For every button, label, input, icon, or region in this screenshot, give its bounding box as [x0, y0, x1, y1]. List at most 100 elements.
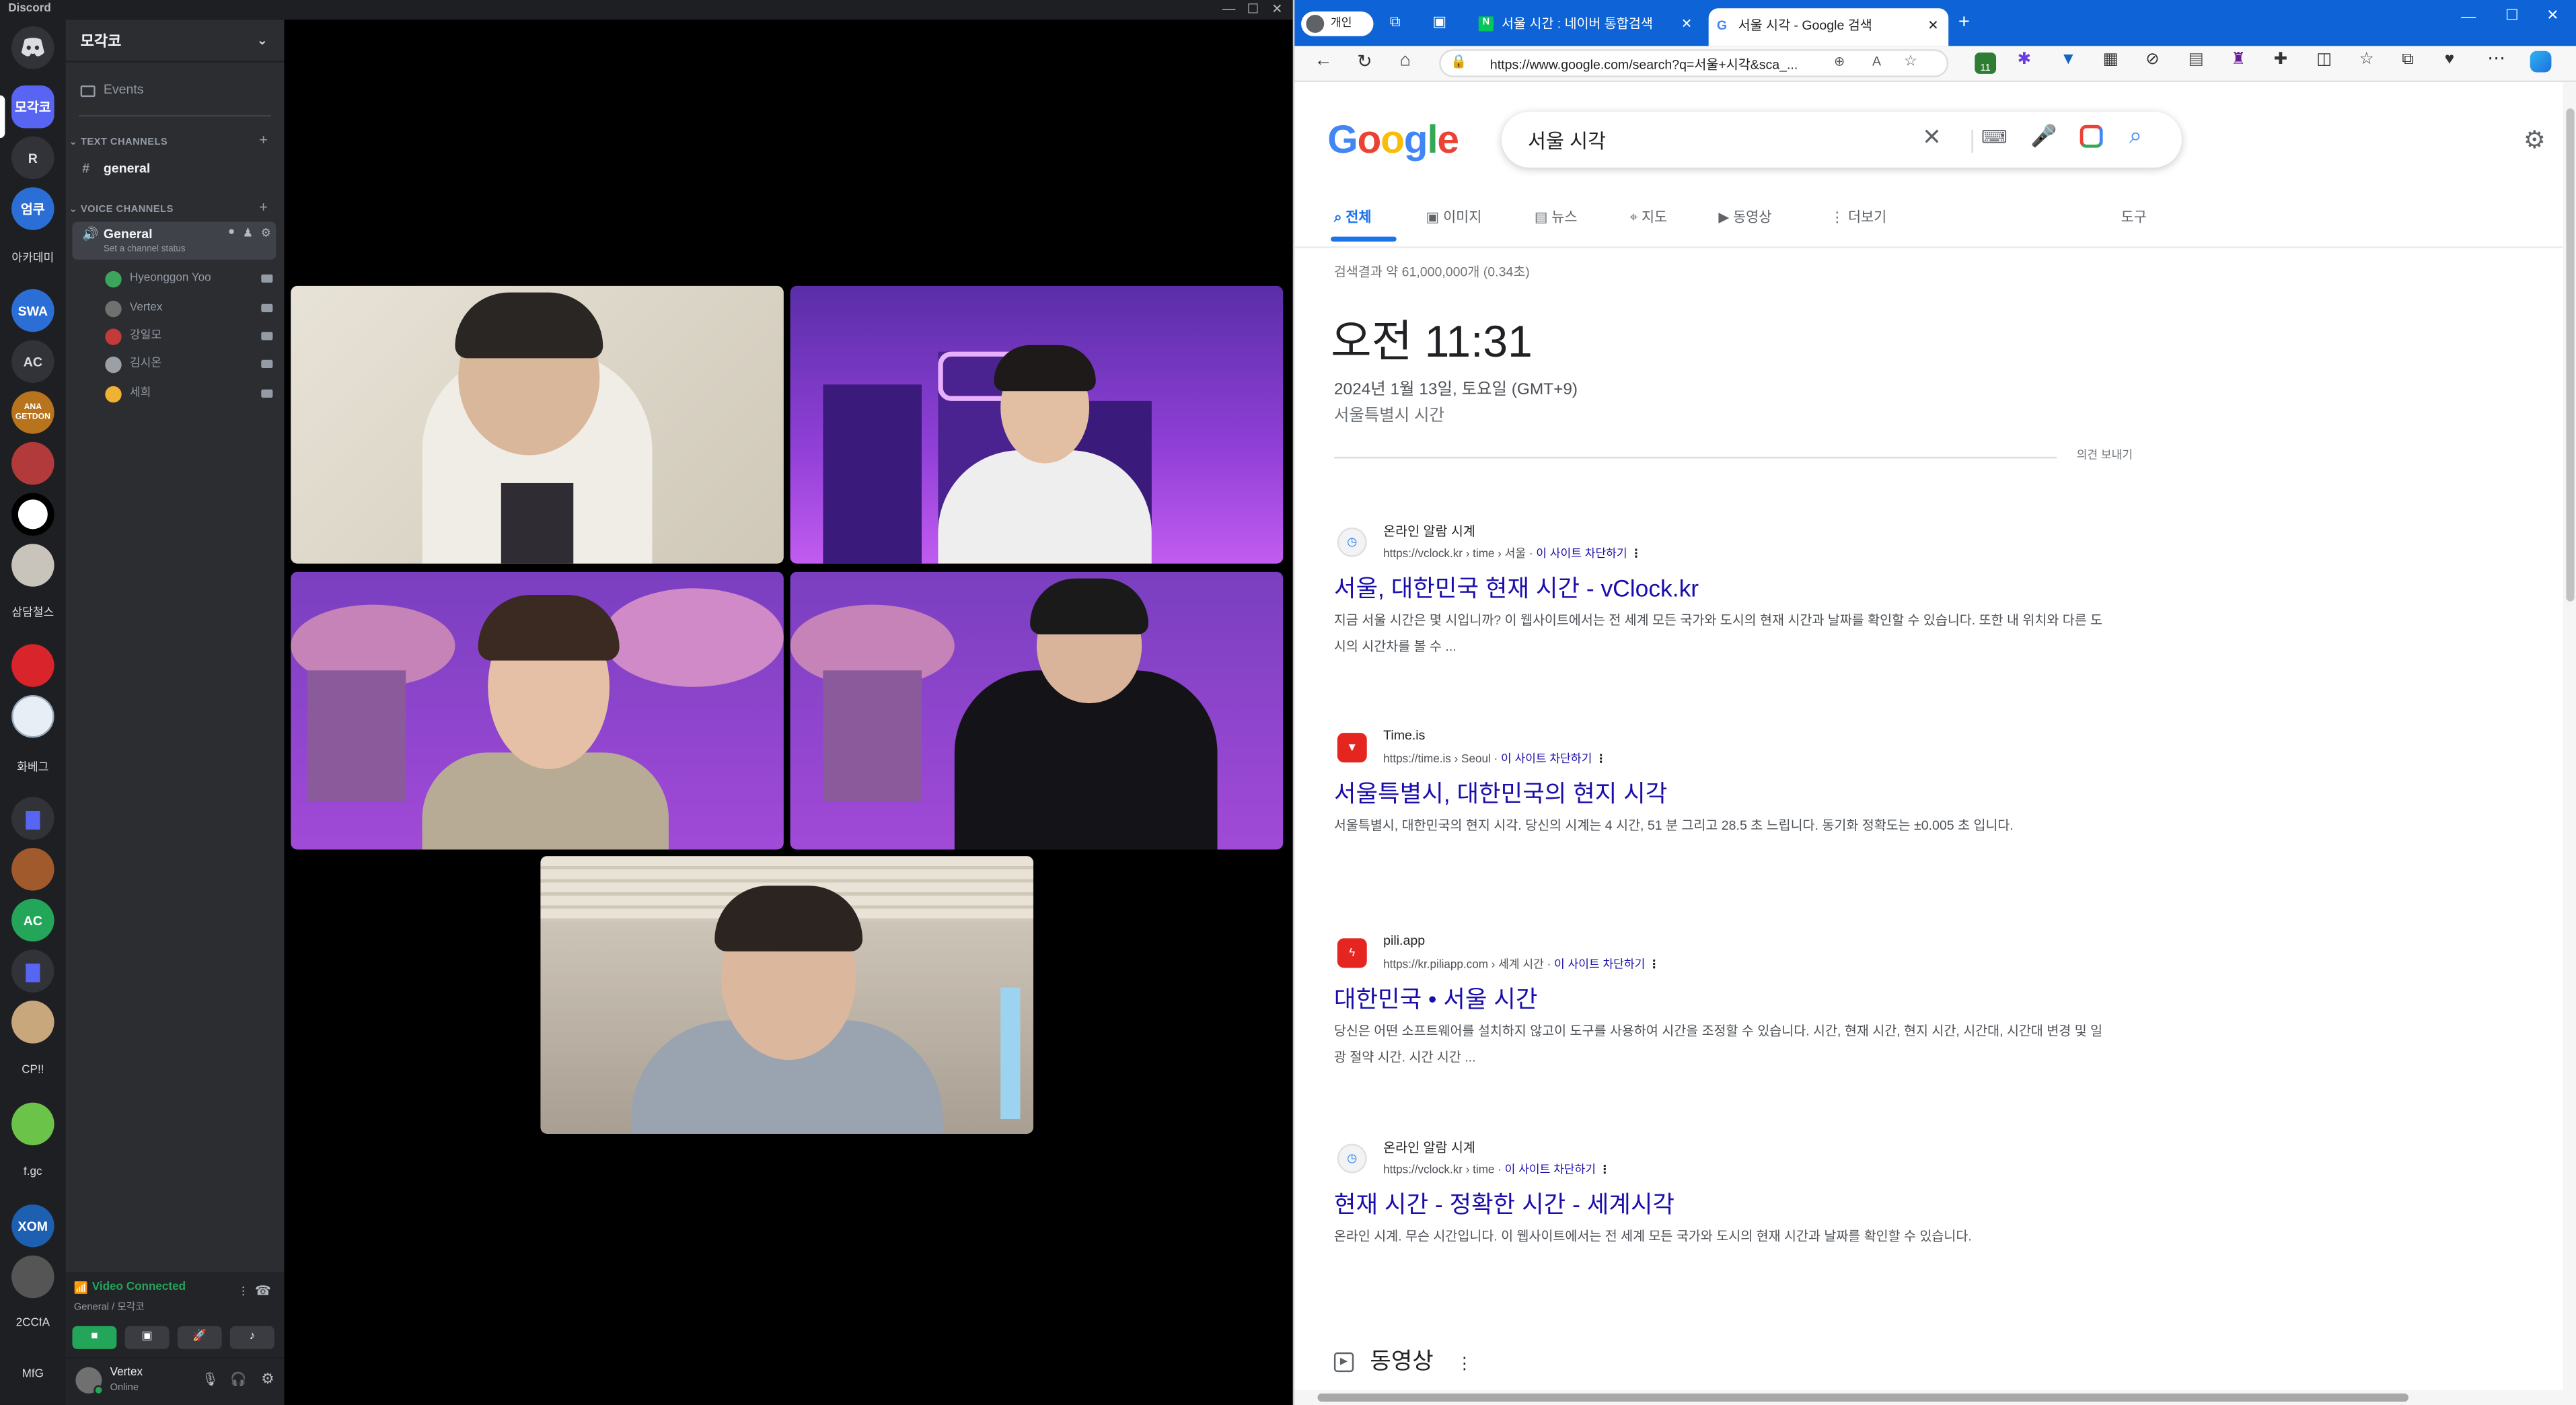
result-url-text[interactable]: https://kr.piliapp.com › 세계 시간: [1383, 960, 1544, 971]
google-logo[interactable]: Google: [1327, 118, 1459, 164]
user-name[interactable]: Vertex: [110, 1367, 143, 1379]
extension-icon[interactable]: ▤: [2188, 51, 2204, 69]
folder-icon[interactable]: ▇: [11, 949, 54, 993]
workspaces-icon[interactable]: ⧉: [1390, 13, 1401, 32]
site-favicon[interactable]: ▼: [1337, 733, 1367, 763]
more-options-icon[interactable]: ⋮: [1630, 549, 1642, 561]
tab-all[interactable]: ⌕ 전체: [1334, 207, 1372, 227]
video-tile[interactable]: [790, 571, 1284, 850]
activity-button[interactable]: 🚀: [177, 1326, 222, 1349]
soundboard-button[interactable]: ♪: [229, 1326, 274, 1349]
close-icon[interactable]: ✕: [1272, 0, 1282, 20]
site-favicon[interactable]: ◷: [1337, 1143, 1367, 1174]
lock-icon[interactable]: 🔒: [1450, 55, 1467, 69]
events-item[interactable]: Events: [72, 79, 276, 102]
server-icon-image[interactable]: [11, 1001, 54, 1044]
folder-icon[interactable]: ▇: [11, 797, 54, 840]
server-icon[interactable]: 모각코: [11, 85, 54, 129]
favorite-star-icon[interactable]: ☆: [1904, 52, 1917, 71]
server-icon-image[interactable]: [11, 848, 54, 891]
server-icon[interactable]: 엄쿠: [11, 187, 54, 230]
url-field[interactable]: 🔒 https://www.google.com/search?q=서울+시각&…: [1439, 49, 1949, 77]
maximize-icon[interactable]: ☐: [2505, 7, 2519, 25]
server-icon-image[interactable]: [11, 1102, 54, 1146]
feedback-link[interactable]: 의견 보내기: [2077, 447, 2133, 463]
favorites-icon[interactable]: ☆: [2359, 51, 2374, 69]
settings-gear-icon[interactable]: ⚙: [2524, 125, 2546, 155]
server-icon[interactable]: 아카데미: [3, 250, 63, 266]
collections-icon[interactable]: ⧉: [2402, 51, 2413, 69]
microphone-icon[interactable]: 🎙: [202, 1372, 219, 1387]
result-url-text[interactable]: https://vclock.kr › time: [1383, 1165, 1494, 1176]
maximize-icon[interactable]: ☐: [1247, 0, 1259, 20]
close-tab-icon[interactable]: ✕: [1681, 7, 1692, 43]
disconnect-icon[interactable]: ☎: [255, 1283, 271, 1298]
result-title-link[interactable]: 서울특별시, 대한민국의 현지 시각: [1334, 776, 1667, 810]
server-icon-image[interactable]: [11, 694, 54, 738]
horizontal-scrollbar[interactable]: [1294, 1390, 2563, 1405]
block-site-link[interactable]: 이 사이트 차단하기: [1501, 754, 1592, 766]
close-tab-icon[interactable]: ✕: [1927, 8, 1938, 44]
tab-videos[interactable]: ▶ 동영상: [1718, 207, 1771, 227]
tab-images[interactable]: ▣ 이미지: [1426, 207, 1482, 227]
video-tile[interactable]: [540, 856, 1034, 1134]
chevron-down-icon[interactable]: ⌄: [257, 20, 268, 62]
channel-general[interactable]: # general: [72, 157, 276, 180]
zoom-icon[interactable]: ⊕: [1834, 55, 1845, 69]
headphones-icon[interactable]: 🎧: [230, 1372, 246, 1387]
result-url[interactable]: https://vclock.kr › time · 이 사이트 차단하기 ⋮: [1383, 1161, 1611, 1178]
clear-icon[interactable]: ✕: [1922, 123, 1942, 151]
search-icon[interactable]: ⌕: [2129, 122, 2142, 150]
tools-button[interactable]: 도구: [2121, 207, 2147, 227]
keyboard-icon[interactable]: ⌨: [1981, 127, 2008, 147]
split-screen-icon[interactable]: ◫: [2316, 51, 2332, 69]
extension-icon[interactable]: ▦: [2103, 51, 2119, 69]
invite-icon[interactable]: ♟: [243, 227, 253, 240]
chat-icon[interactable]: ●: [228, 227, 235, 238]
result-title-link[interactable]: 대한민국 • 서울 시간: [1334, 981, 1538, 1015]
site-favicon[interactable]: ϟ: [1337, 938, 1367, 968]
result-title-link[interactable]: 서울, 대한민국 현재 시간 - vClock.kr: [1334, 570, 1699, 604]
vertical-scrollbar[interactable]: [2563, 82, 2576, 1405]
videos-section-heading[interactable]: ▶ 동영상 ⋮: [1333, 1344, 1473, 1377]
server-icon[interactable]: f.gc: [3, 1167, 63, 1178]
server-icon[interactable]: 2CCfA: [3, 1318, 63, 1329]
voice-user[interactable]: 세희: [102, 383, 273, 406]
user-settings-gear-icon[interactable]: ⚙: [261, 1371, 274, 1389]
noise-suppression-icon[interactable]: ⫶: [242, 1285, 245, 1301]
result-url[interactable]: https://kr.piliapp.com › 세계 시간 · 이 사이트 차…: [1383, 956, 1660, 972]
result-url-text[interactable]: https://time.is › Seoul: [1383, 754, 1491, 766]
search-box[interactable]: 서울 시각 ✕ ⌨ 🎤 ⌕: [1501, 112, 2182, 168]
server-icon[interactable]: CP!!: [3, 1065, 63, 1076]
text-channels-category[interactable]: ⌄ TEXT CHANNELS: [69, 137, 168, 148]
discord-home-icon[interactable]: [11, 26, 54, 69]
server-icon-image[interactable]: [11, 644, 54, 687]
minimize-icon[interactable]: —: [1222, 0, 1236, 20]
back-icon[interactable]: ←: [1315, 51, 1333, 71]
performance-icon[interactable]: ♥: [2445, 51, 2454, 69]
voice-channels-category[interactable]: ⌄ VOICE CHANNELS: [69, 204, 174, 215]
server-icon-image[interactable]: [11, 1255, 54, 1299]
server-icon[interactable]: 삼담철스: [3, 605, 63, 621]
result-title-link[interactable]: 현재 시간 - 정확한 시간 - 세계시각: [1334, 1186, 1675, 1221]
tab-news[interactable]: ▤ 뉴스: [1535, 207, 1578, 227]
video-connected-status[interactable]: Video Connected: [92, 1282, 186, 1293]
block-site-link[interactable]: 이 사이트 차단하기: [1554, 960, 1645, 971]
tab-google[interactable]: G 서울 시각 - Google 검색 ✕: [1708, 8, 1949, 46]
result-site[interactable]: 온라인 알람 시계: [1383, 523, 1475, 541]
extension-icon[interactable]: 11: [1975, 52, 1997, 74]
voice-user[interactable]: Hyeonggon Yoo: [102, 268, 273, 291]
scrollbar-thumb[interactable]: [1317, 1393, 2408, 1402]
video-tile[interactable]: [790, 285, 1284, 564]
more-menu-icon[interactable]: ⋯: [2487, 48, 2505, 69]
screen-share-button[interactable]: ▣: [124, 1326, 170, 1349]
server-icon[interactable]: R: [11, 136, 54, 180]
url-text[interactable]: https://www.google.com/search?q=서울+시각&sc…: [1490, 56, 1798, 74]
server-icon-image[interactable]: [11, 441, 54, 485]
server-icon[interactable]: ANA GETDON: [11, 391, 54, 434]
tab-naver[interactable]: N 서울 시간 : 네이버 통합검색 ✕: [1472, 7, 1702, 43]
microphone-icon[interactable]: 🎤: [2030, 123, 2057, 149]
result-site[interactable]: Time.is: [1383, 728, 1425, 743]
extension-icon[interactable]: ⊘: [2145, 51, 2159, 69]
more-options-icon[interactable]: ⋮: [1599, 1165, 1611, 1176]
